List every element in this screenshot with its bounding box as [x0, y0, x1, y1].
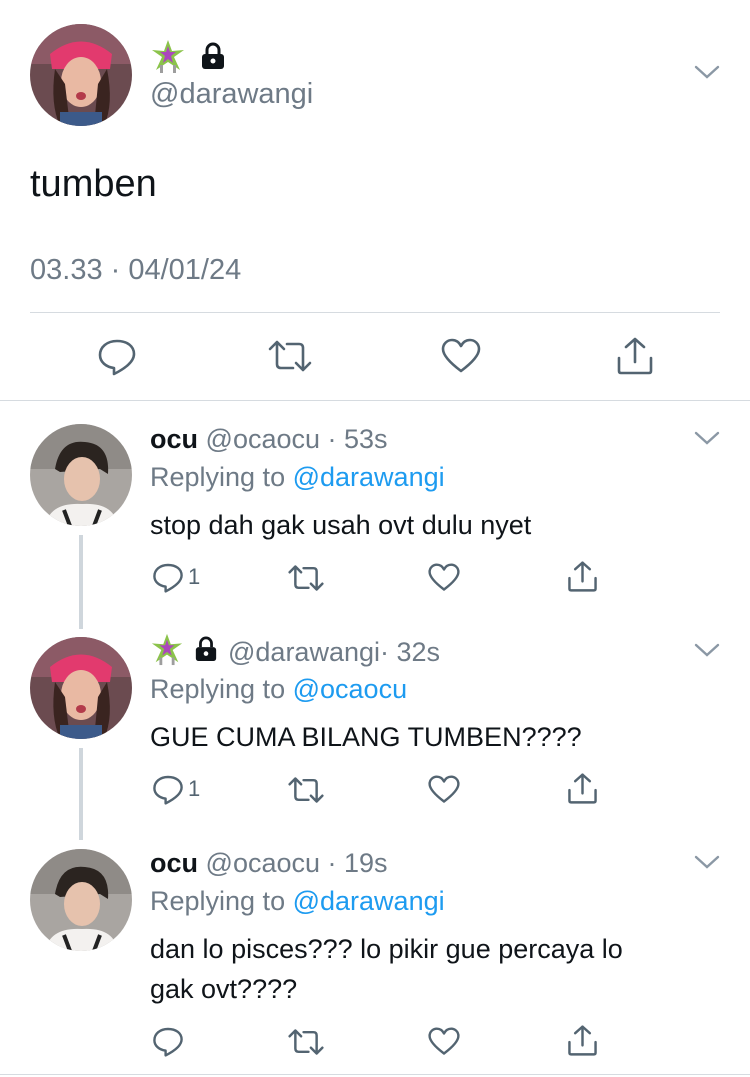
retweet-button[interactable]	[288, 563, 324, 593]
lock-icon	[200, 42, 226, 75]
share-icon	[617, 337, 653, 375]
chevron-down-icon[interactable]	[694, 64, 720, 80]
chevron-down-icon[interactable]	[694, 854, 720, 870]
username[interactable]: @darawangi	[228, 637, 380, 667]
replying-to-link[interactable]: @darawangi	[293, 462, 445, 492]
replying-to-link[interactable]: @ocaocu	[293, 674, 407, 704]
reply-button[interactable]	[97, 336, 137, 376]
reply-text: dan lo pisces??? lo pikir gue percaya lo	[150, 934, 623, 964]
like-icon	[428, 1027, 460, 1055]
divider	[0, 1074, 750, 1075]
pinata-icon	[150, 632, 184, 673]
like-icon	[428, 775, 460, 803]
main-tweet-badges	[150, 38, 226, 79]
divider	[30, 312, 720, 313]
retweet-button[interactable]	[268, 338, 312, 374]
divider	[0, 400, 750, 401]
avatar-ocaocu[interactable]	[30, 849, 132, 951]
reply-2-header: @darawangi· 32s	[150, 632, 440, 673]
share-icon	[568, 561, 597, 592]
retweet-button[interactable]	[288, 775, 324, 805]
replying-to-label: Replying to	[150, 462, 286, 492]
retweet-icon	[288, 565, 324, 591]
replying-to-label: Replying to	[150, 886, 286, 916]
replying-to-link[interactable]: @darawangi	[293, 886, 445, 916]
like-button[interactable]	[441, 338, 481, 374]
retweet-icon	[288, 1029, 324, 1055]
replying-to: Replying to @darawangi	[150, 886, 445, 917]
reply-1-header: ocu @ocaocu · 53s	[150, 424, 388, 455]
reply-count: 1	[188, 776, 201, 801]
username[interactable]: @ocaocu	[206, 424, 320, 454]
main-tweet-timestamp: 03.33 · 04/01/24	[30, 254, 242, 286]
like-icon	[441, 338, 481, 373]
like-button[interactable]	[428, 563, 460, 592]
like-icon	[428, 563, 460, 591]
share-button[interactable]	[567, 560, 598, 593]
display-name[interactable]: ocu	[150, 424, 198, 454]
share-icon	[568, 773, 597, 804]
retweet-button[interactable]	[288, 1027, 324, 1057]
tweet-time: · 32s	[380, 637, 441, 667]
replying-to-label: Replying to	[150, 674, 286, 704]
retweet-icon	[268, 340, 312, 372]
pinata-icon	[150, 38, 186, 79]
reply-icon	[153, 775, 183, 805]
avatar-ocaocu[interactable]	[30, 424, 132, 526]
reply-button[interactable]	[152, 1025, 188, 1057]
retweet-icon	[288, 777, 324, 803]
like-button[interactable]	[428, 1027, 460, 1056]
chevron-down-icon[interactable]	[694, 430, 720, 446]
reply-count: 1	[188, 564, 201, 589]
main-tweet-text: tumben	[30, 163, 157, 205]
reply-text: GUE CUMA BILANG TUMBEN????	[150, 722, 582, 752]
reply-icon	[153, 563, 183, 593]
reply-icon	[153, 1027, 183, 1057]
share-button[interactable]	[567, 1024, 598, 1057]
reply-icon	[98, 339, 136, 376]
tweet-time: · 19s	[327, 848, 388, 878]
avatar-darawangi[interactable]	[30, 637, 132, 739]
reply-text: gak ovt????	[150, 974, 298, 1004]
username[interactable]: @ocaocu	[206, 848, 320, 878]
thread-line	[79, 535, 83, 629]
avatar-darawangi[interactable]	[30, 24, 132, 126]
share-icon	[568, 1025, 597, 1056]
replying-to: Replying to @darawangi	[150, 462, 445, 493]
replying-to: Replying to @ocaocu	[150, 674, 407, 705]
display-name[interactable]: ocu	[150, 848, 198, 878]
reply-button[interactable]: 1	[152, 773, 200, 805]
reply-button[interactable]: 1	[152, 561, 200, 593]
lock-icon	[194, 636, 218, 669]
thread-line	[79, 748, 83, 840]
tweet-time: · 53s	[327, 424, 388, 454]
share-button[interactable]	[567, 772, 598, 805]
share-button[interactable]	[616, 336, 654, 376]
main-tweet-handle[interactable]: @darawangi	[150, 78, 313, 111]
reply-3-header: ocu @ocaocu · 19s	[150, 848, 388, 879]
like-button[interactable]	[428, 775, 460, 804]
reply-text: stop dah gak usah ovt dulu nyet	[150, 510, 532, 540]
chevron-down-icon[interactable]	[694, 642, 720, 658]
